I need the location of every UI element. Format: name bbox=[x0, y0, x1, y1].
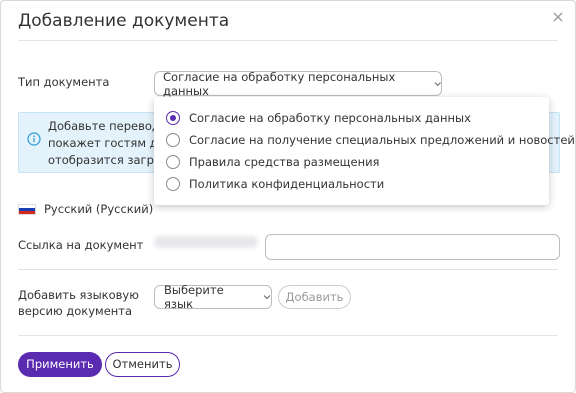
chevron-down-icon bbox=[263, 295, 271, 300]
blurred-value bbox=[154, 236, 258, 248]
radio-selected[interactable] bbox=[166, 111, 180, 125]
cancel-button[interactable]: Отменить bbox=[105, 352, 180, 377]
header-divider bbox=[18, 40, 558, 41]
add-language-button[interactable]: Добавить bbox=[278, 285, 351, 309]
doc-link-input[interactable] bbox=[265, 234, 560, 260]
add-document-dialog: Добавление документа Тип документа Согла… bbox=[0, 0, 576, 393]
chevron-down-icon bbox=[434, 81, 441, 86]
doc-type-selected-value: Согласие на обработку персональных данны… bbox=[163, 69, 396, 98]
language-select[interactable]: Выберите язык bbox=[154, 283, 272, 311]
dropdown-option[interactable]: Политика конфиденциальности bbox=[166, 175, 384, 193]
option-label: Согласие на получение специальных предло… bbox=[189, 133, 575, 147]
russian-flag-icon bbox=[18, 204, 36, 215]
add-language-label: Добавить языковую версию документа bbox=[18, 287, 139, 319]
radio-unselected[interactable] bbox=[166, 133, 180, 147]
doc-type-label: Тип документа bbox=[18, 75, 110, 89]
doc-link-label: Ссылка на документ bbox=[18, 238, 144, 252]
language-select-label: Выберите язык bbox=[164, 283, 224, 311]
add-language-label-line: версию документа bbox=[18, 304, 133, 318]
option-label: Политика конфиденциальности bbox=[189, 177, 385, 191]
dropdown-option[interactable]: Согласие на получение специальных предло… bbox=[166, 131, 575, 149]
doc-type-select[interactable]: Согласие на обработку персональных данны… bbox=[154, 69, 442, 98]
footer-divider bbox=[18, 335, 558, 336]
language-name: Русский (Русский) bbox=[44, 202, 154, 216]
add-language-label-line: Добавить языковую bbox=[18, 288, 139, 302]
radio-unselected[interactable] bbox=[166, 155, 180, 169]
dropdown-option[interactable]: Согласие на обработку персональных данны… bbox=[166, 109, 471, 127]
doc-type-dropdown: Согласие на обработку персональных данны… bbox=[154, 97, 575, 205]
radio-unselected[interactable] bbox=[166, 177, 180, 191]
section-divider bbox=[18, 269, 558, 270]
close-icon[interactable] bbox=[551, 10, 565, 24]
info-icon bbox=[27, 132, 41, 146]
apply-button[interactable]: Применить bbox=[18, 352, 102, 377]
option-label: Согласие на обработку персональных данны… bbox=[189, 111, 471, 125]
dropdown-option[interactable]: Правила средства размещения bbox=[166, 153, 379, 171]
dialog-title: Добавление документа bbox=[18, 11, 230, 31]
option-label: Правила средства размещения bbox=[189, 155, 380, 169]
